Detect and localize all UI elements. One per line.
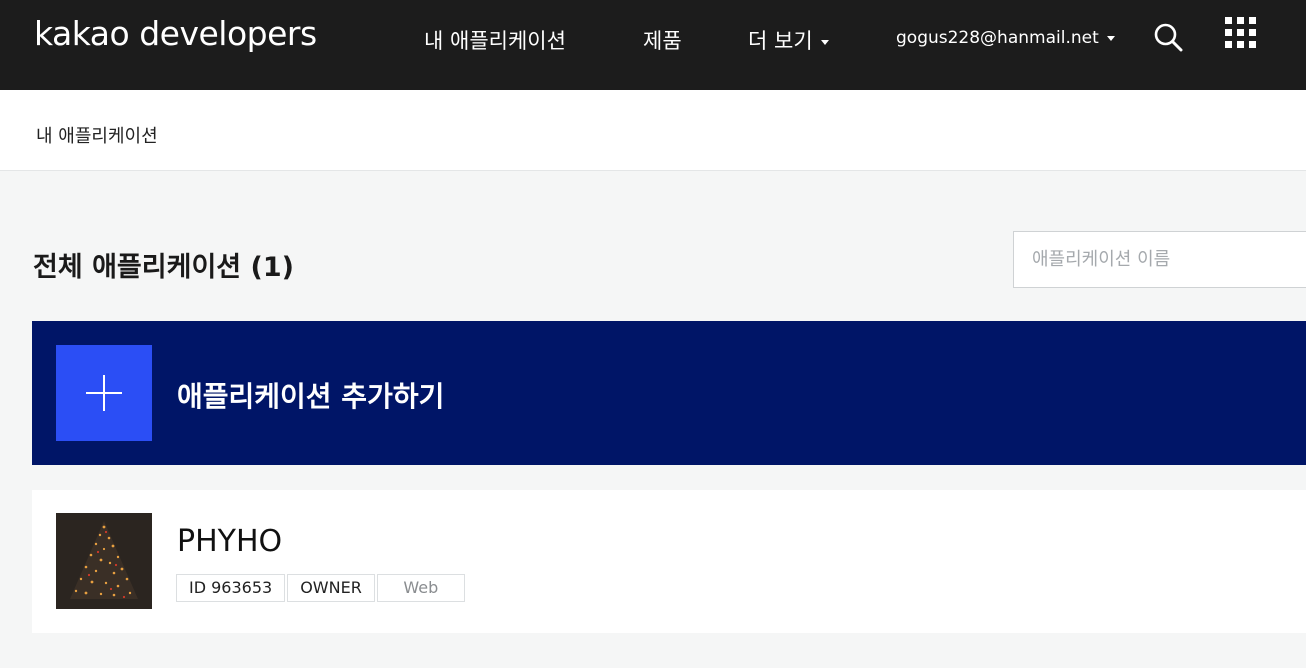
apps-grid-icon[interactable] (1225, 17, 1257, 49)
nav-my-applications[interactable]: 내 애플리케이션 (424, 25, 566, 55)
app-tags: ID 963653 OWNER Web (176, 574, 465, 602)
app-thumbnail-image (56, 513, 152, 609)
top-navigation-bar: kakao developers 내 애플리케이션 제품 더 보기 gogus2… (0, 0, 1306, 90)
app-role-tag: OWNER (287, 574, 375, 602)
account-menu[interactable]: gogus228@hanmail.net (896, 28, 1115, 48)
account-email: gogus228@hanmail.net (896, 28, 1099, 48)
nav-products[interactable]: 제품 (643, 25, 682, 55)
caret-down-icon (820, 39, 829, 45)
application-card[interactable]: PHYHO ID 963653 OWNER Web (32, 490, 1306, 633)
kakao-developers-logo[interactable]: kakao developers (34, 14, 317, 53)
breadcrumb[interactable]: 내 애플리케이션 (36, 122, 158, 148)
add-application-label: 애플리케이션 추가하기 (177, 380, 445, 413)
logo-brand: kakao (34, 14, 130, 53)
app-name: PHYHO (177, 524, 283, 559)
page-title: 전체 애플리케이션 (1) (33, 252, 294, 283)
app-platform-tag: Web (376, 574, 465, 602)
application-search-input[interactable] (1013, 231, 1306, 288)
nav-products-label: 제품 (643, 29, 682, 53)
caret-down-icon (1106, 35, 1115, 41)
nav-more-dropdown[interactable]: 더 보기 (748, 25, 829, 55)
nav-more-label: 더 보기 (748, 29, 813, 53)
search-icon[interactable] (1153, 22, 1183, 52)
nav-my-applications-label: 내 애플리케이션 (424, 29, 566, 53)
logo-suffix: developers (129, 14, 317, 53)
add-application-button[interactable]: 애플리케이션 추가하기 (32, 321, 1306, 465)
plus-icon (56, 345, 152, 441)
breadcrumb-bar: 내 애플리케이션 (0, 90, 1306, 171)
app-id-tag: ID 963653 (176, 574, 286, 602)
